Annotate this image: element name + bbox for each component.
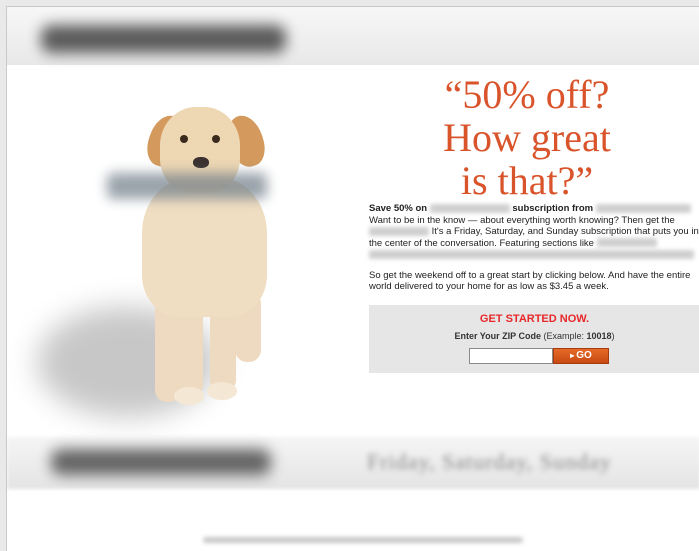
dog-illustration	[27, 77, 327, 422]
redacted-text	[369, 249, 694, 259]
headline-line: is that?”	[460, 158, 594, 203]
zip-label-text: Enter Your ZIP Code	[454, 331, 541, 341]
offer-paragraph-1: Save 50% on subscription from Want to be…	[369, 203, 699, 261]
save-text: Save 50% on	[369, 203, 428, 214]
dog-paw	[174, 387, 204, 405]
dog-eye	[180, 135, 188, 143]
redacted-text	[596, 238, 657, 248]
headline-line: How great	[443, 115, 611, 160]
offer-description: Save 50% on subscription from Want to be…	[369, 203, 699, 293]
headline: “50% off? How great is that?”	[432, 73, 622, 202]
zip-code-label: Enter Your ZIP Code (Example: 10018)	[369, 331, 699, 341]
footer-tagline: Friday, Saturday, Sunday	[367, 449, 612, 474]
dog-paw	[207, 382, 237, 400]
subscription-from-text: subscription from	[512, 203, 594, 214]
zip-signup-box: GET STARTED NOW. Enter Your ZIP Code (Ex…	[369, 305, 699, 373]
go-button[interactable]: ▸ GO	[553, 348, 609, 364]
arrow-right-icon: ▸	[570, 351, 575, 360]
go-button-label: GO	[576, 350, 592, 361]
get-started-title: GET STARTED NOW.	[479, 313, 590, 325]
zip-example-value: 10018	[586, 331, 612, 341]
headline-line: “50% off?	[444, 72, 610, 117]
zip-example-suffix: )	[611, 331, 615, 341]
newspaper-logo-blurred	[41, 25, 286, 53]
masthead	[7, 7, 699, 65]
offer-paragraph-2: So get the weekend off to a great start …	[369, 269, 691, 293]
footer-logo-blurred	[51, 449, 271, 475]
footer-links-blurred	[203, 537, 523, 543]
zip-code-input[interactable]	[469, 348, 553, 364]
zip-example-prefix: (Example:	[543, 331, 587, 341]
want-text: Want to be in the know — about everythin…	[369, 214, 675, 226]
redacted-text	[429, 203, 510, 213]
redacted-text	[369, 226, 429, 236]
newspaper-in-mouth-blurred	[107, 173, 267, 199]
dog-eye	[212, 135, 220, 143]
landing-page: “50% off? How great is that?” Save 50% o…	[6, 6, 699, 551]
redacted-text	[595, 203, 691, 213]
footer-banner: Friday, Saturday, Sunday	[7, 437, 699, 489]
dog-nose	[193, 157, 209, 168]
